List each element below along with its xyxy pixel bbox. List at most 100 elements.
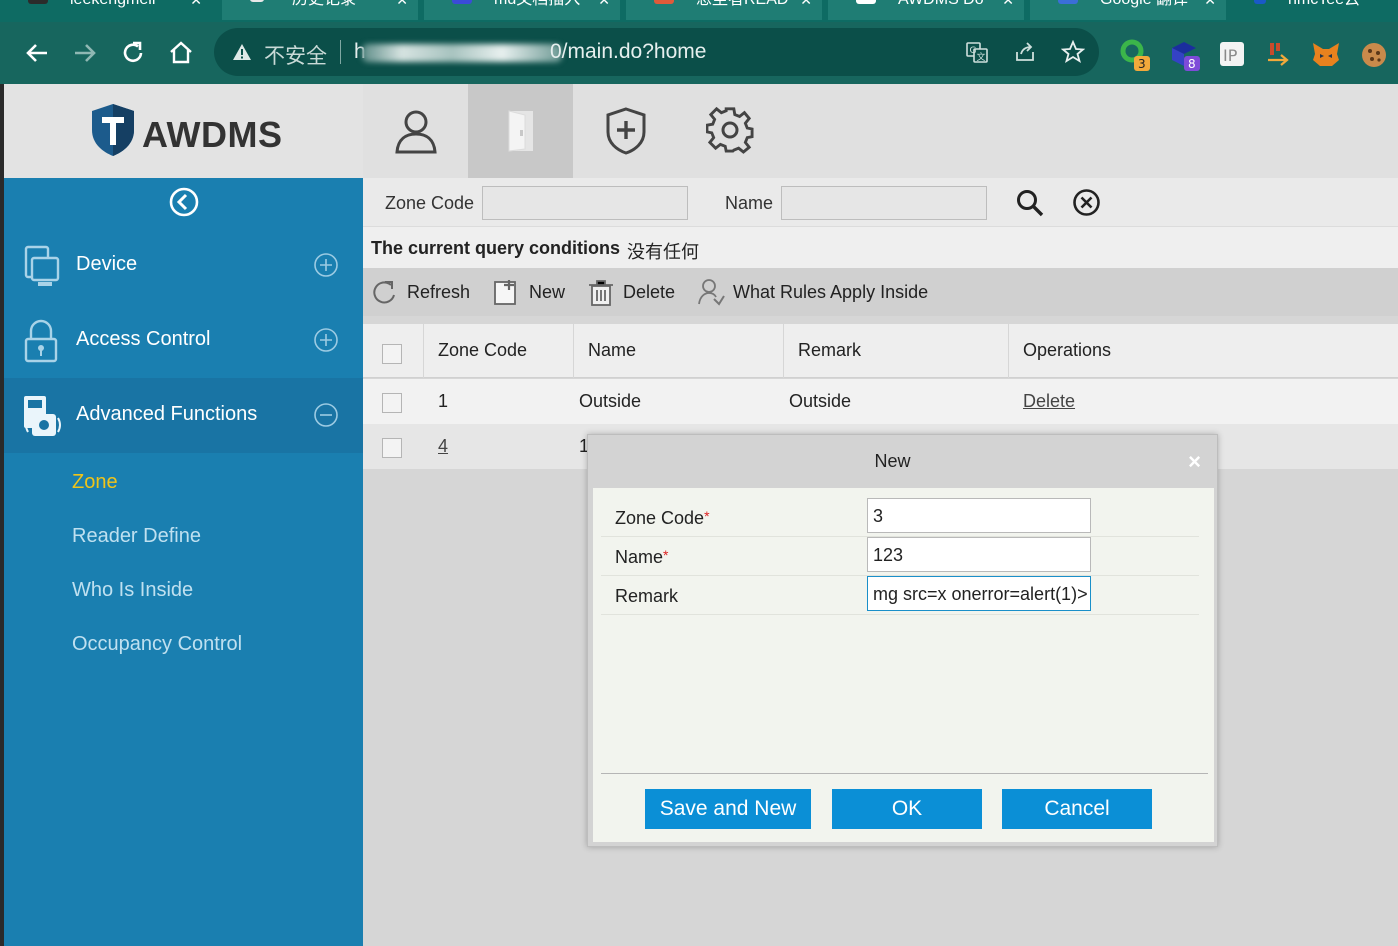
logo: AWDMS: [4, 84, 363, 178]
name-row: Name* 123: [601, 537, 1199, 576]
translate-icon[interactable]: G文: [965, 40, 989, 64]
delete-row-link[interactable]: Delete: [1023, 391, 1075, 412]
sidebar-item-device[interactable]: Device: [4, 228, 363, 303]
tab-system[interactable]: [678, 84, 783, 178]
cancel-button[interactable]: Cancel: [1002, 789, 1152, 829]
expand-plus-icon[interactable]: [313, 327, 339, 353]
browser-tab[interactable]: 历史记录✕: [222, 0, 418, 20]
refresh-button[interactable]: Refresh: [371, 268, 470, 316]
zone-code-field[interactable]: 3: [867, 498, 1091, 533]
history-icon: [250, 0, 264, 2]
sub-item-reader-define[interactable]: Reader Define: [72, 525, 201, 548]
svg-text:文: 文: [977, 51, 986, 63]
add-document-icon: [494, 280, 516, 305]
sub-item-occupancy-control[interactable]: Occupancy Control: [72, 633, 242, 656]
save-and-new-button[interactable]: Save and New: [645, 789, 811, 829]
back-button[interactable]: [22, 38, 52, 68]
browser-tab[interactable]: md文档插入✕: [424, 0, 620, 20]
name-search-input[interactable]: [781, 186, 987, 220]
remark-row: Remark mg src=x onerror=alert(1)>: [601, 576, 1199, 615]
home-button[interactable]: [166, 38, 196, 68]
tab-close-icon[interactable]: ✕: [598, 0, 610, 8]
tab-favicon-icon: [856, 0, 876, 4]
cookie-icon[interactable]: [1358, 38, 1390, 72]
green-circle-extension-icon[interactable]: 3: [1118, 38, 1152, 72]
warning-icon[interactable]: [232, 42, 252, 62]
name-search-label: Name: [725, 193, 774, 213]
new-zone-dialog: New × Zone Code* 3 Name* 123 Remark mg s…: [587, 434, 1218, 847]
purple-cube-extension-icon[interactable]: 8: [1168, 38, 1202, 72]
collapse-minus-icon[interactable]: [313, 402, 339, 428]
sidebar-item-access-control[interactable]: Access Control: [4, 303, 363, 378]
what-rules-apply-inside-button[interactable]: What Rules Apply Inside: [697, 268, 928, 316]
sidebar: Device Access Control Advanced Functions…: [4, 178, 363, 946]
browser-tabstrip: leekengmeir✕ 历史记录✕ md文档插入✕ 悲尘者READ✕ AWDM…: [0, 0, 1398, 22]
row-checkbox[interactable]: [382, 393, 402, 413]
browser-tab[interactable]: nmcTee云: [1232, 0, 1398, 20]
tab-close-icon[interactable]: ✕: [1204, 0, 1216, 8]
row-checkbox[interactable]: [382, 438, 402, 458]
column-remark[interactable]: Remark: [784, 324, 1009, 378]
zone-code-search-input[interactable]: [482, 186, 688, 220]
metamask-fox-icon[interactable]: [1310, 38, 1342, 72]
column-zone-code[interactable]: Zone Code: [424, 324, 574, 378]
required-mark: *: [704, 508, 710, 524]
column-name[interactable]: Name: [574, 324, 784, 378]
close-icon[interactable]: ×: [1188, 449, 1201, 475]
remark-label: Remark: [615, 586, 679, 606]
table-row[interactable]: 1 Outside Outside Delete: [363, 379, 1398, 424]
browser-tab[interactable]: 悲尘者READ✕: [626, 0, 822, 20]
sub-item-zone[interactable]: Zone: [72, 471, 118, 494]
cell-zone-code[interactable]: 4: [438, 436, 448, 457]
browser-toolbar: 不安全 h 0/main.do?home G文 3 8 IP: [0, 22, 1398, 84]
ok-button[interactable]: OK: [832, 789, 982, 829]
tab-close-icon[interactable]: ✕: [396, 0, 408, 8]
remark-field[interactable]: mg src=x onerror=alert(1)>: [867, 576, 1091, 611]
device-icon: [24, 245, 60, 286]
browser-tab[interactable]: Google 翻译✕: [1030, 0, 1226, 20]
gear-icon: [705, 106, 754, 154]
reload-button[interactable]: [118, 38, 148, 68]
forward-button[interactable]: [70, 38, 100, 68]
sidebar-item-advanced-functions[interactable]: Advanced Functions: [4, 378, 363, 453]
orange-arrow-extension-icon[interactable]: [1264, 38, 1294, 72]
name-field[interactable]: 123: [867, 537, 1091, 572]
zone-code-label: Zone Code*: [615, 508, 710, 528]
tab-close-icon[interactable]: ✕: [190, 0, 202, 8]
tab-favicon-icon: [28, 0, 48, 4]
reload-icon: [123, 41, 143, 62]
cell-zone-code: 1: [438, 391, 449, 411]
share-icon[interactable]: [1013, 40, 1037, 64]
security-label[interactable]: 不安全: [264, 40, 327, 70]
tab-close-icon[interactable]: ✕: [800, 0, 812, 8]
tab-access[interactable]: [468, 84, 573, 178]
clear-search-icon[interactable]: [1072, 188, 1101, 217]
tab-security[interactable]: [573, 84, 678, 178]
top-nav: [363, 84, 783, 178]
browser-tab[interactable]: AWDMS Do✕: [828, 0, 1024, 20]
address-bar[interactable]: 不安全 h 0/main.do?home G文: [214, 28, 1099, 76]
svg-text:8: 8: [1188, 57, 1196, 71]
select-all-checkbox[interactable]: [382, 344, 402, 364]
tab-personnel[interactable]: [363, 84, 468, 178]
svg-text:3: 3: [1138, 57, 1146, 71]
required-mark: *: [663, 547, 669, 563]
column-operations[interactable]: Operations: [1009, 324, 1398, 378]
search-icon[interactable]: [1015, 188, 1045, 218]
zone-code-search-label: Zone Code: [385, 193, 475, 213]
query-conditions-value: 没有任何: [627, 242, 699, 262]
browser-tab[interactable]: leekengmeir✕: [0, 0, 212, 20]
new-button[interactable]: New: [493, 268, 565, 316]
star-icon[interactable]: [1061, 40, 1085, 64]
svg-text:IP: IP: [1223, 46, 1238, 65]
person-icon: [394, 110, 437, 154]
sub-item-who-is-inside[interactable]: Who Is Inside: [72, 579, 193, 602]
delete-button[interactable]: Delete: [587, 268, 675, 316]
omnibox-divider: [340, 40, 341, 64]
tab-close-icon[interactable]: ✕: [1002, 0, 1014, 8]
ip-extension-icon[interactable]: IP: [1218, 38, 1248, 72]
collapse-sidebar-icon[interactable]: [168, 186, 200, 218]
door-icon: [508, 110, 533, 152]
dialog-title-bar[interactable]: New ×: [588, 435, 1217, 485]
expand-plus-icon[interactable]: [313, 252, 339, 278]
